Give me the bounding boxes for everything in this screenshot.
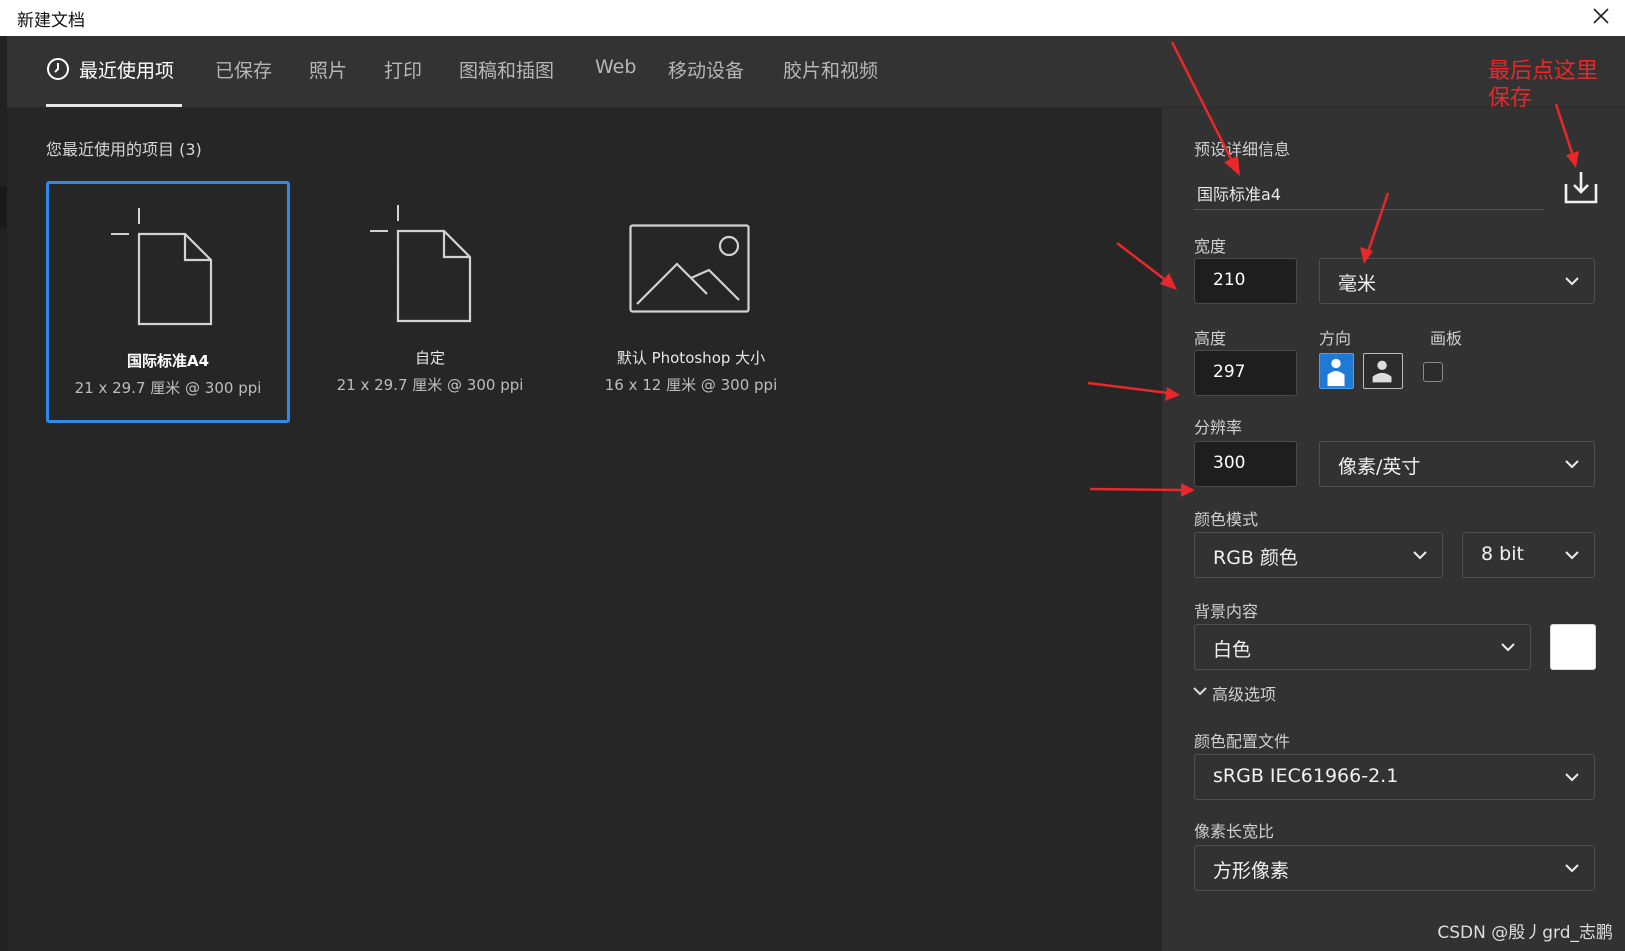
- color-profile-label: 颜色配置文件: [1194, 732, 1291, 751]
- portrait-orientation-button[interactable]: [1319, 353, 1354, 389]
- new-document-dialog: 新建文档 最近使用项 已保存 照片 打印 图稿和插图 Web 移动设备 胶片和视…: [0, 0, 1625, 951]
- recent-item-size: 21 x 29.7 厘米 @ 300 ppi: [74, 379, 262, 397]
- chevron-down-icon: [1565, 773, 1579, 782]
- orientation-label: 方向: [1319, 329, 1352, 348]
- tab-mobile[interactable]: 移动设备: [668, 56, 744, 83]
- category-tabbar: 最近使用项 已保存 照片 打印 图稿和插图 Web 移动设备 胶片和视频: [7, 36, 1625, 108]
- pixel-aspect-label: 像素长宽比: [1194, 822, 1275, 841]
- width-input[interactable]: 210: [1194, 258, 1297, 304]
- background-color-swatch[interactable]: [1550, 624, 1596, 670]
- tab-photo[interactable]: 照片: [309, 56, 347, 83]
- chevron-down-icon: [1193, 687, 1207, 696]
- background-window-marker: [0, 186, 7, 228]
- pixel-aspect-value: 方形像素: [1213, 860, 1290, 882]
- recent-item-size: 16 x 12 厘米 @ 300 ppi: [604, 376, 778, 394]
- color-mode-dropdown[interactable]: RGB 颜色: [1194, 532, 1443, 578]
- recent-item-custom[interactable]: 自定 21 x 29.7 厘米 @ 300 ppi: [308, 181, 552, 423]
- portrait-person-icon: [1327, 358, 1345, 387]
- recent-documents-area: 您最近使用的项目 (3) 国际标准A4 21 x 29.7 厘米 @ 300 p…: [7, 108, 1162, 951]
- artboard-label: 画板: [1430, 329, 1463, 348]
- annotation-note: 最后点这里 保存: [1488, 58, 1598, 112]
- annotation-line-2: 保存: [1488, 86, 1533, 111]
- recent-item-name: 国际标准A4: [126, 352, 210, 370]
- chevron-down-icon: [1565, 460, 1579, 469]
- tab-recent-label: 最近使用项: [79, 60, 175, 82]
- recent-item-size: 21 x 29.7 厘米 @ 300 ppi: [336, 376, 524, 394]
- width-unit-value: 毫米: [1338, 273, 1377, 295]
- dialog-body: 最近使用项 已保存 照片 打印 图稿和插图 Web 移动设备 胶片和视频 您最近…: [7, 36, 1625, 951]
- background-dropdown[interactable]: 白色: [1194, 624, 1531, 670]
- color-profile-value: sRGB IEC61966-2.1: [1213, 765, 1399, 787]
- window-title: 新建文档: [17, 11, 85, 31]
- height-label: 高度: [1194, 329, 1227, 348]
- resolution-unit-value: 像素/英寸: [1338, 456, 1421, 478]
- color-mode-value: RGB 颜色: [1213, 547, 1298, 569]
- chevron-down-icon: [1565, 551, 1579, 560]
- resolution-unit-dropdown[interactable]: 像素/英寸: [1319, 441, 1595, 487]
- annotation-line-1: 最后点这里: [1488, 59, 1599, 84]
- chevron-down-icon: [1501, 643, 1515, 652]
- blank-document-icon: [111, 208, 213, 326]
- color-mode-label: 颜色模式: [1194, 510, 1259, 529]
- color-profile-dropdown[interactable]: sRGB IEC61966-2.1: [1194, 754, 1595, 800]
- tab-web[interactable]: Web: [595, 56, 636, 78]
- background-label: 背景内容: [1194, 602, 1259, 621]
- recent-item-default-photoshop[interactable]: 默认 Photoshop 大小 16 x 12 厘米 @ 300 ppi: [569, 181, 813, 423]
- watermark: CSDN @殷丿grd_志鹏: [1437, 923, 1613, 943]
- background-window-edge: [0, 36, 7, 951]
- blank-document-icon: [370, 205, 472, 323]
- recent-item-a4[interactable]: 国际标准A4 21 x 29.7 厘米 @ 300 ppi: [46, 181, 290, 423]
- landscape-person-icon: [1372, 360, 1392, 383]
- close-icon[interactable]: [1589, 4, 1613, 28]
- width-label: 宽度: [1194, 237, 1227, 256]
- tab-art-illustration[interactable]: 图稿和插图: [459, 56, 554, 83]
- image-icon: [629, 224, 750, 313]
- clock-icon: [47, 58, 69, 80]
- resolution-input[interactable]: 300: [1194, 441, 1297, 487]
- preset-details-panel: 预设详细信息 国际标准a4 宽度 210 毫米 高度 方向 画板 297 分辨率…: [1162, 108, 1625, 951]
- active-tab-underline: [46, 104, 182, 107]
- advanced-options-label: 高级选项: [1212, 685, 1277, 704]
- bit-depth-value: 8 bit: [1481, 543, 1524, 565]
- preset-name-field[interactable]: 国际标准a4: [1194, 178, 1544, 210]
- recent-heading: 您最近使用的项目 (3): [46, 140, 202, 159]
- bit-depth-dropdown[interactable]: 8 bit: [1462, 532, 1595, 578]
- chevron-down-icon: [1413, 551, 1427, 560]
- recent-item-name: 默认 Photoshop 大小: [616, 349, 766, 367]
- save-preset-icon[interactable]: [1564, 170, 1598, 204]
- recent-item-name: 自定: [414, 349, 445, 367]
- window-titlebar: 新建文档: [7, 0, 1625, 36]
- height-input[interactable]: 297: [1194, 350, 1297, 396]
- preset-details-heading: 预设详细信息: [1194, 140, 1291, 159]
- width-unit-dropdown[interactable]: 毫米: [1319, 258, 1595, 304]
- chevron-down-icon: [1565, 864, 1579, 873]
- artboard-checkbox[interactable]: [1423, 362, 1443, 382]
- chevron-down-icon: [1565, 277, 1579, 286]
- tab-recent[interactable]: 最近使用项: [46, 56, 174, 83]
- pixel-aspect-dropdown[interactable]: 方形像素: [1194, 845, 1595, 891]
- tab-saved[interactable]: 已保存: [215, 56, 272, 83]
- background-value: 白色: [1213, 639, 1252, 661]
- tab-print[interactable]: 打印: [384, 56, 422, 83]
- resolution-label: 分辨率: [1194, 418, 1243, 437]
- tab-film-video[interactable]: 胶片和视频: [783, 56, 878, 83]
- landscape-orientation-button[interactable]: [1363, 353, 1403, 389]
